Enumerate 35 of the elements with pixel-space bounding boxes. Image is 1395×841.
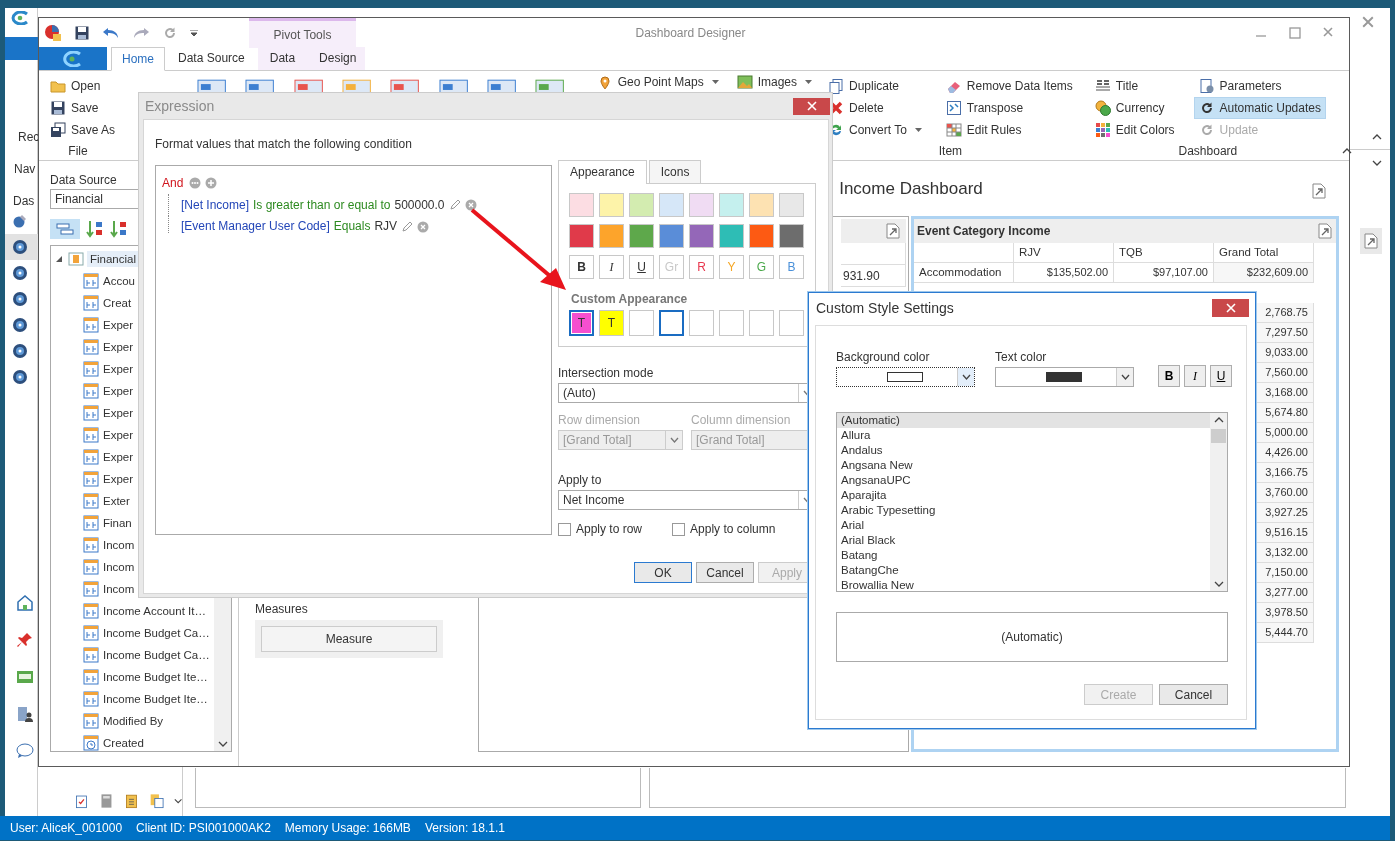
column-header: TQB bbox=[1114, 243, 1214, 263]
memory-usage-label: Memory Usage: 166MB bbox=[284, 821, 411, 835]
item-caption: Event Category Income bbox=[917, 224, 1051, 238]
field-label: Data Source bbox=[50, 173, 117, 187]
field-label: Column dimension bbox=[691, 413, 792, 427]
column-header: RJV bbox=[1014, 243, 1114, 263]
field-label: Row dimension bbox=[558, 413, 642, 427]
field-label: Background color bbox=[836, 350, 931, 364]
group-label: Item bbox=[937, 144, 964, 158]
contextual-tab-group-label: Pivot Tools bbox=[273, 27, 332, 42]
instruction-text: Format values that match the following condition bbox=[155, 137, 413, 151]
recent-label: Rec bbox=[17, 130, 40, 144]
user-label: User: AliceK_001000 bbox=[10, 821, 123, 835]
dashboards-label: Das bbox=[12, 194, 35, 208]
dialog-title: Custom Style Settings bbox=[816, 300, 954, 316]
row-header: Accommodation bbox=[914, 263, 1014, 283]
client-id-label: Client ID: PSI001000AK2 bbox=[136, 821, 271, 835]
preview-text: (Automatic) bbox=[1001, 630, 1063, 644]
table-cell: 931.90 bbox=[841, 265, 906, 287]
window-title: Dashboard Designer bbox=[634, 26, 747, 40]
field-label: Intersection mode bbox=[558, 366, 655, 380]
section-label: Custom Appearance bbox=[571, 292, 689, 306]
group-label: Dashboard bbox=[1177, 144, 1239, 158]
group-label: File bbox=[67, 144, 89, 158]
table-cell: $135,502.00 bbox=[1014, 263, 1114, 283]
field-label: Text color bbox=[995, 350, 1048, 364]
navigation-title: Nav bbox=[13, 162, 36, 176]
version-label: Version: 18.1.1 bbox=[424, 821, 505, 835]
checkbox-label: Apply to column bbox=[690, 522, 776, 536]
table-cell: $232,609.00 bbox=[1214, 263, 1314, 283]
dashboard-title: Income Dashboard bbox=[839, 178, 983, 199]
dialog-title: Expression bbox=[145, 98, 215, 114]
field-label: Apply to bbox=[558, 473, 603, 487]
section-label: Measures bbox=[255, 602, 308, 616]
checkbox-label: Apply to row bbox=[576, 522, 643, 536]
